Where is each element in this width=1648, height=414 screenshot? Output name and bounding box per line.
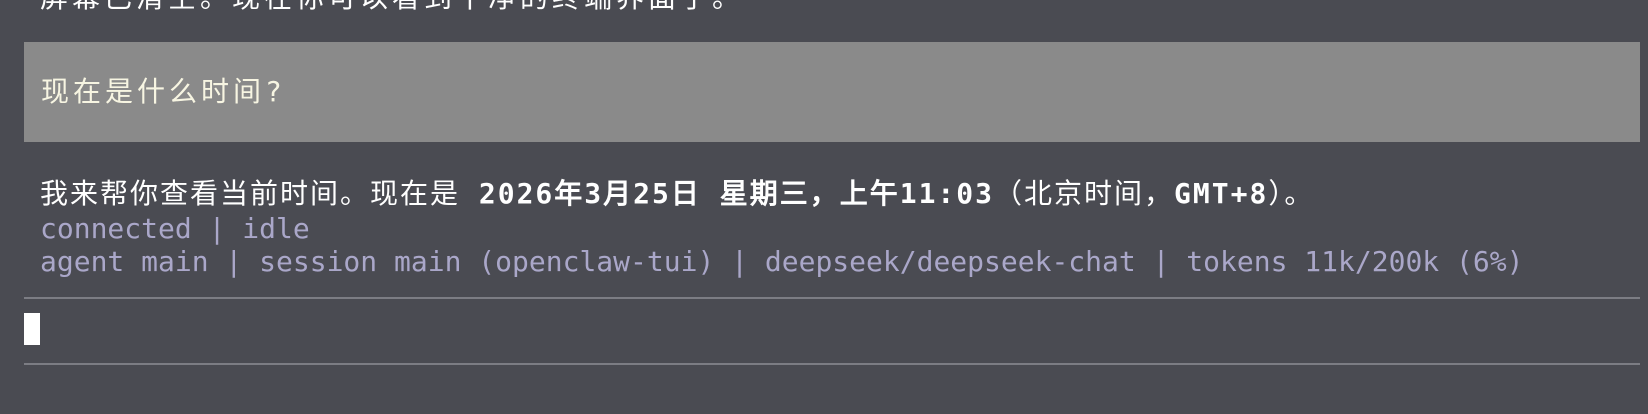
message-input[interactable] [24,299,1640,363]
assistant-message-datetime: 2026年3月25日 星期三，上午11:03 [478,177,995,210]
session-status: agent main | session main (openclaw-tui)… [40,245,1524,278]
assistant-message: 我来帮你查看当前时间。现在是 2026年3月25日 星期三，上午11:03（北京… [40,177,1314,211]
user-message-text: 现在是什么时间? [41,75,286,108]
assistant-message-paren-open: （北京时间， [994,177,1175,210]
assistant-message-paren-close: ）。 [1268,177,1315,210]
text-cursor [24,313,40,345]
user-message-block: 现在是什么时间? [24,42,1640,142]
assistant-message-prefix: 我来帮你查看当前时间。现在是 [40,177,479,210]
previous-message-partial: 屏幕已清空。现在你可以看到干净的终端界面了。 [40,0,744,13]
input-bottom-divider [24,363,1640,365]
connection-status: connected | idle [40,212,310,245]
assistant-message-timezone: GMT+8 [1174,177,1269,210]
